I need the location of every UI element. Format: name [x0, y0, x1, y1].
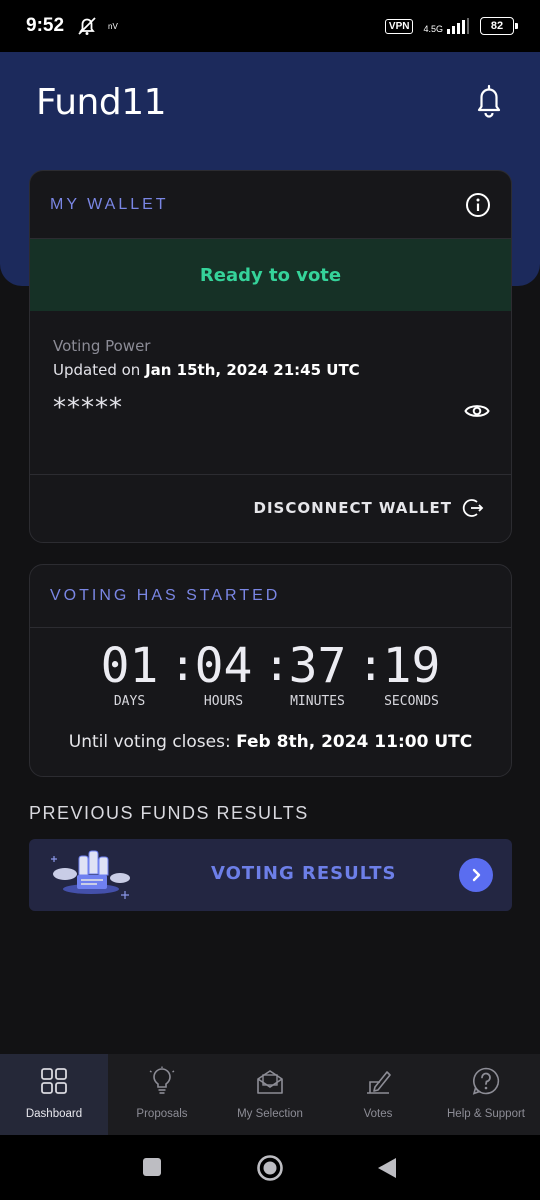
updated-prefix: Updated on: [53, 361, 146, 379]
signal-icon: [447, 18, 469, 34]
countdown-days-value: 01: [100, 638, 159, 694]
lightbulb-icon: [149, 1066, 175, 1094]
closes-prefix: Until voting closes:: [68, 732, 237, 752]
countdown-seconds: 19 SECONDS: [372, 640, 452, 709]
nav-label-proposals: Proposals: [136, 1108, 188, 1120]
voting-power-label: Voting Power: [53, 337, 151, 355]
countdown-seconds-label: SECONDS: [384, 694, 439, 709]
raised-hands-illustration-icon: [51, 850, 130, 899]
nav-item-help-support[interactable]: Help & Support: [432, 1054, 540, 1135]
wallet-status-banner: Ready to vote: [30, 239, 511, 311]
status-small-label: nV: [108, 21, 118, 31]
battery-indicator: 82: [480, 17, 518, 35]
bell-icon[interactable]: [470, 82, 508, 120]
info-icon[interactable]: [465, 192, 491, 218]
network-label: 4.5G: [423, 24, 443, 34]
voting-power-updated: Updated on Jan 15th, 2024 21:45 UTC: [53, 361, 360, 379]
closes-date: Feb 8th, 2024 11:00 UTC: [236, 732, 473, 752]
countdown-minutes-label: MINUTES: [290, 694, 345, 709]
recent-apps-icon[interactable]: [142, 1157, 162, 1177]
nav-label-help-support: Help & Support: [447, 1108, 525, 1120]
status-bar: 9:52 nV VPN 4.5G 82: [0, 0, 540, 52]
wallet-title: MY WALLET: [50, 195, 169, 213]
countdown-separator: :: [357, 640, 385, 691]
nav-item-proposals[interactable]: Proposals: [108, 1054, 216, 1135]
updated-date: Jan 15th, 2024 21:45 UTC: [145, 361, 360, 379]
countdown-seconds-value: 19: [382, 638, 441, 694]
logout-icon: [462, 499, 484, 517]
vpn-badge: VPN: [384, 18, 414, 34]
countdown-days: 01 DAYS: [90, 640, 170, 709]
home-icon[interactable]: [256, 1154, 284, 1182]
voting-results-banner[interactable]: VOTING RESULTS: [29, 839, 512, 911]
chevron-right-icon: [472, 868, 481, 882]
nav-label-dashboard: Dashboard: [25, 1108, 83, 1120]
nav-item-my-selection[interactable]: My Selection: [216, 1054, 324, 1135]
nav-label-my-selection: My Selection: [237, 1108, 303, 1120]
voting-results-label: VOTING RESULTS: [211, 863, 397, 884]
previous-results-title: PREVIOUS FUNDS RESULTS: [29, 803, 309, 823]
wallet-card: MY WALLET Ready to vote Voting Power Upd…: [29, 170, 512, 543]
disconnect-wallet-label: DISCONNECT WALLET: [253, 499, 452, 517]
countdown-hours-label: HOURS: [203, 694, 244, 709]
countdown-hours: 04 HOURS: [184, 640, 264, 709]
countdown-separator: :: [263, 640, 291, 691]
back-icon[interactable]: [376, 1156, 398, 1180]
voting-status-card: VOTING HAS STARTED 01 DAYS : 04 HOURS : …: [29, 564, 512, 777]
wallet-card-header: MY WALLET: [30, 171, 511, 239]
nav-item-dashboard[interactable]: Dashboard: [0, 1054, 108, 1135]
nav-item-votes[interactable]: Votes: [324, 1054, 432, 1135]
voting-card-header: VOTING HAS STARTED: [30, 565, 511, 628]
bottom-navigation: Dashboard Proposals My Selection Votes H…: [0, 1054, 540, 1135]
grid-icon: [41, 1068, 67, 1094]
countdown-days-label: DAYS: [113, 694, 146, 709]
countdown-hours-value: 04: [194, 638, 253, 694]
voting-power-value: *****: [53, 393, 123, 423]
app-title: Fund11: [36, 82, 167, 123]
question-icon: [472, 1067, 500, 1095]
system-navigation-bar: [0, 1135, 540, 1200]
eye-icon[interactable]: [464, 401, 490, 421]
ballot-pen-icon: [367, 1071, 391, 1094]
disconnect-wallet-button[interactable]: DISCONNECT WALLET: [254, 497, 485, 519]
envelope-icon: [257, 1070, 283, 1094]
voting-title: VOTING HAS STARTED: [50, 587, 281, 604]
muted-alarm-icon: [78, 17, 96, 35]
status-time: 9:52: [26, 15, 65, 36]
countdown-separator: :: [169, 640, 197, 691]
wallet-divider: [30, 474, 511, 475]
nav-label-votes: Votes: [363, 1108, 393, 1120]
countdown-minutes: 37 MINUTES: [278, 640, 358, 709]
voting-results-arrow-button[interactable]: [459, 858, 493, 892]
countdown-timer: 01 DAYS : 04 HOURS : 37 MINUTES : 19 SEC…: [30, 640, 511, 709]
voting-closes-text: Until voting closes: Feb 8th, 2024 11:00…: [30, 732, 511, 752]
countdown-minutes-value: 37: [288, 638, 347, 694]
